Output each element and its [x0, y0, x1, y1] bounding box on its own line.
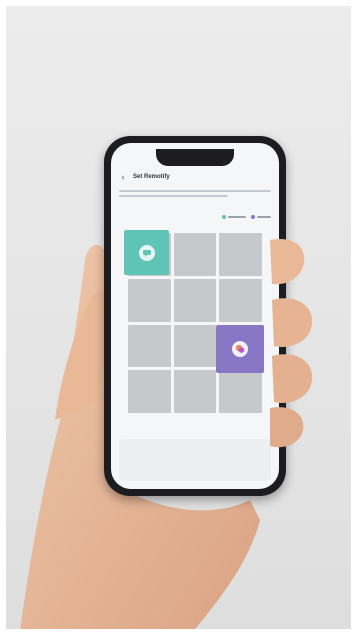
purple-tile[interactable]	[216, 325, 264, 373]
app-header: ‹ Set Remotify	[111, 169, 279, 185]
grid-cell[interactable]	[128, 370, 171, 413]
grid-cell[interactable]	[173, 324, 217, 368]
description-line	[119, 195, 229, 197]
page-title: Set Remotify	[133, 174, 170, 180]
description-text	[119, 190, 271, 204]
grid-cell[interactable]	[173, 278, 217, 322]
photo-background: ‹ Set Remotify	[6, 6, 351, 629]
chat-bubbles-icon	[232, 341, 248, 357]
grid-cell[interactable]	[219, 278, 262, 322]
legend-dot-teal	[222, 215, 226, 219]
chat-bubble-icon	[138, 244, 155, 261]
phone-screen: ‹ Set Remotify	[111, 143, 279, 489]
tile-grid-area	[124, 230, 264, 413]
grid-cell[interactable]	[128, 324, 171, 368]
legend-label	[228, 216, 246, 218]
grid-cell[interactable]	[219, 233, 262, 276]
teal-tile[interactable]	[124, 230, 169, 275]
grid-cell[interactable]	[173, 370, 217, 413]
phone-notch	[156, 149, 234, 166]
legend	[222, 213, 271, 221]
grid-cell[interactable]	[128, 278, 171, 322]
bottom-panel	[119, 439, 271, 481]
smartphone: ‹ Set Remotify	[104, 136, 286, 496]
legend-label	[257, 216, 271, 218]
legend-item	[222, 215, 246, 219]
grid-cell[interactable]	[173, 233, 217, 276]
grid-cell[interactable]	[219, 370, 262, 413]
description-line	[119, 190, 271, 192]
back-arrow-icon[interactable]: ‹	[117, 171, 129, 183]
legend-dot-purple	[251, 215, 255, 219]
legend-item	[251, 215, 271, 219]
